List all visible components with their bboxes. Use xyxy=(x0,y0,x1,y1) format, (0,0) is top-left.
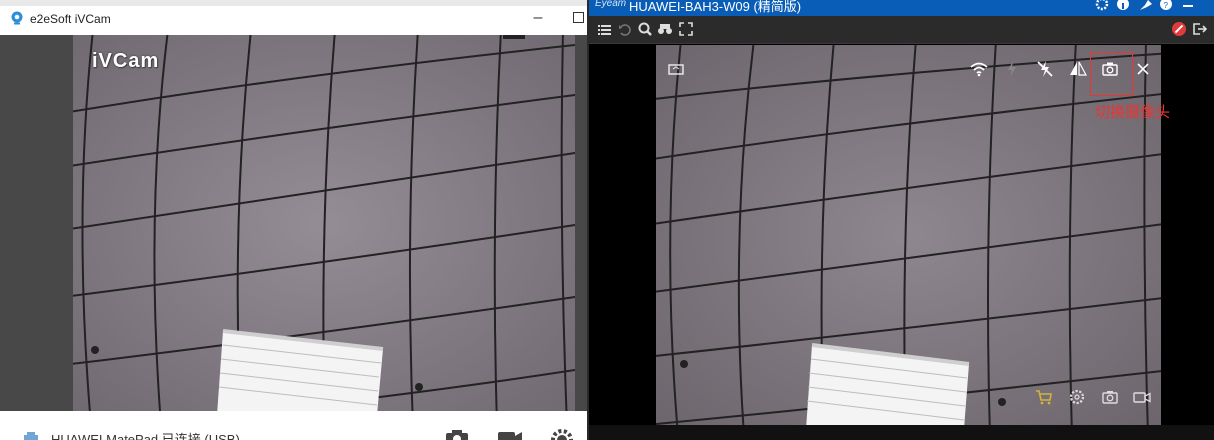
svg-text:?: ? xyxy=(1164,1,1169,10)
fullscreen-icon[interactable] xyxy=(678,21,694,37)
maximize-button[interactable] xyxy=(573,12,584,23)
binoculars-icon[interactable] xyxy=(657,21,673,37)
annotation-highlight-box xyxy=(1090,52,1133,96)
exit-icon[interactable] xyxy=(1191,21,1207,37)
ivcam-app-icon xyxy=(11,11,23,25)
pin-icon[interactable] xyxy=(1138,0,1152,12)
close-icon[interactable] xyxy=(1133,59,1153,79)
ivcam-watermark: iVCam xyxy=(92,50,160,72)
ivcam-window: e2eSoft iVCam – iVCam HUAWEI MatePad 已连接… xyxy=(0,0,587,440)
video-icon[interactable] xyxy=(497,428,523,440)
video-record-icon[interactable] xyxy=(1132,387,1152,407)
annotation-label: 切换摄像头 xyxy=(1095,104,1171,121)
eyeam-bottom-bar xyxy=(589,425,1214,440)
usb-icon xyxy=(24,432,38,440)
zoom-icon[interactable] xyxy=(637,21,653,37)
mirror-icon[interactable] xyxy=(1068,59,1088,79)
eyeam-window: Eyeam HUAWEI-BAH3-W09 (精简版) ? 切换摄像头 xyxy=(589,0,1214,440)
undo-icon[interactable] xyxy=(617,21,633,37)
ceiling-grid-image xyxy=(73,35,575,411)
wifi-icon[interactable] xyxy=(969,59,989,79)
ivcam-title: e2eSoft iVCam xyxy=(30,12,111,26)
camera-icon[interactable] xyxy=(444,428,470,440)
eyeam-logo: Eyeam xyxy=(595,0,627,9)
rotate-icon[interactable] xyxy=(666,59,686,79)
help-icon[interactable]: ? xyxy=(1159,0,1173,12)
video-letterbox-right xyxy=(575,35,587,411)
ivcam-video-preview[interactable] xyxy=(73,35,575,411)
flash-off-icon[interactable] xyxy=(1035,59,1055,79)
ceiling-grid-image xyxy=(656,45,1161,425)
minimize-icon[interactable] xyxy=(1181,0,1195,12)
settings-icon[interactable] xyxy=(1067,387,1087,407)
info-icon[interactable] xyxy=(1116,0,1130,12)
flash-icon[interactable] xyxy=(1002,59,1022,79)
snapshot-icon[interactable] xyxy=(1100,387,1120,407)
device-connection-status: HUAWEI MatePad 已连接 (USB) xyxy=(51,432,240,440)
minimize-button[interactable]: – xyxy=(528,9,548,29)
gear-icon[interactable] xyxy=(1095,0,1109,12)
settings-icon[interactable] xyxy=(549,428,575,440)
cart-icon[interactable] xyxy=(1034,387,1054,407)
eyeam-title: HUAWEI-BAH3-W09 (精简版) xyxy=(629,0,802,14)
list-icon[interactable] xyxy=(597,21,613,37)
video-letterbox-left xyxy=(0,35,73,411)
record-disabled-icon[interactable] xyxy=(1171,21,1187,37)
eyeam-video-preview[interactable] xyxy=(656,45,1161,425)
